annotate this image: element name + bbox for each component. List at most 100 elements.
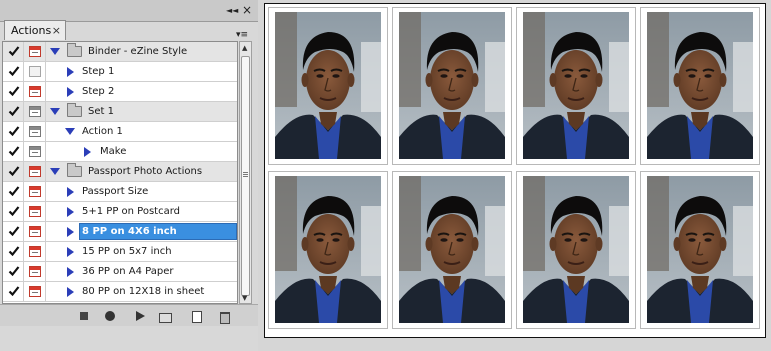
actions-bottom-toolbar: [0, 304, 258, 326]
action-label: Step 2: [82, 86, 115, 97]
dialog-toggle-icon: [29, 226, 41, 237]
collapse-triangle-icon[interactable]: [67, 227, 74, 237]
toggle-dialog-cell[interactable]: [24, 222, 46, 241]
expand-triangle-icon[interactable]: [65, 128, 75, 135]
passport-photo-sheet: [264, 3, 766, 338]
action-step-row[interactable]: Make: [3, 142, 237, 162]
action-row[interactable]: 8 PP on 4X6 inch: [3, 222, 237, 242]
toggle-dialog-cell[interactable]: [24, 142, 46, 161]
action-set-row[interactable]: Passport Photo Actions: [3, 162, 237, 182]
checkmark-icon: [8, 66, 20, 77]
action-set-row[interactable]: Binder - eZine Style: [3, 42, 237, 62]
action-label: Action 1: [82, 126, 123, 137]
expand-triangle-icon[interactable]: [50, 48, 60, 55]
tab-actions-label: Actions: [11, 24, 52, 37]
play-icon[interactable]: [134, 310, 146, 322]
toggle-dialog-cell[interactable]: [24, 182, 46, 201]
record-icon[interactable]: [104, 310, 116, 322]
folder-icon: [67, 103, 82, 117]
toggle-dialog-cell[interactable]: [24, 102, 46, 121]
toggle-dialog-cell[interactable]: [24, 262, 46, 281]
action-row[interactable]: Step 2: [3, 82, 237, 102]
new-set-icon[interactable]: [159, 310, 172, 323]
collapse-triangle-icon[interactable]: [67, 187, 74, 197]
toggle-item-cell[interactable]: [3, 242, 24, 261]
toggle-dialog-cell[interactable]: [24, 242, 46, 261]
expand-triangle-icon[interactable]: [50, 168, 60, 175]
action-row[interactable]: 15 PP on 5x7 inch: [3, 242, 237, 262]
toggle-item-cell[interactable]: [3, 182, 24, 201]
collapse-triangle-icon[interactable]: [67, 67, 74, 77]
toggle-item-cell[interactable]: [3, 262, 24, 281]
toggle-item-cell[interactable]: [3, 42, 24, 61]
panel-menu-icon[interactable]: ▾≡: [236, 30, 252, 41]
panel-title-bar: [0, 0, 258, 22]
stop-icon[interactable]: [78, 310, 90, 322]
folder-icon: [67, 43, 82, 57]
scroll-up-icon[interactable]: ▲: [242, 44, 247, 52]
toggle-item-cell[interactable]: [3, 62, 24, 81]
dialog-toggle-icon: [29, 206, 41, 217]
actions-scrollbar[interactable]: ▲ ▼: [239, 41, 252, 304]
action-label: 5+1 PP on Postcard: [82, 206, 180, 217]
toggle-dialog-cell[interactable]: [24, 82, 46, 101]
action-label: Passport Photo Actions: [88, 166, 203, 177]
action-row[interactable]: 36 PP on A4 Paper: [3, 262, 237, 282]
expand-triangle-icon[interactable]: [50, 108, 60, 115]
close-panel-icon[interactable]: ×: [242, 3, 252, 17]
scroll-down-icon[interactable]: ▼: [242, 294, 247, 302]
new-action-icon[interactable]: [190, 310, 202, 323]
action-label: Passport Size: [82, 186, 149, 197]
passport-photo: [523, 12, 629, 159]
toggle-item-cell[interactable]: [3, 102, 24, 121]
action-label: 36 PP on A4 Paper: [82, 266, 174, 277]
action-row[interactable]: Step 1: [3, 62, 237, 82]
toggle-item-cell[interactable]: [3, 142, 24, 161]
collapse-triangle-icon[interactable]: [67, 247, 74, 257]
collapse-panel-icon[interactable]: ◄◄: [226, 6, 238, 15]
collapse-triangle-icon[interactable]: [67, 267, 74, 277]
action-row[interactable]: Action 1: [3, 122, 237, 142]
scroll-thumb[interactable]: [241, 56, 250, 296]
toggle-item-cell[interactable]: [3, 202, 24, 221]
photoshop-window: ◄◄ × Actions × ▾≡ Binder - eZine Style St…: [0, 0, 771, 351]
dialog-toggle-icon: [29, 186, 41, 197]
toggle-dialog-cell[interactable]: [24, 202, 46, 221]
action-row[interactable]: 5+1 PP on Postcard: [3, 202, 237, 222]
dialog-toggle-icon: [29, 126, 41, 137]
collapse-triangle-icon[interactable]: [67, 287, 74, 297]
passport-photo: [399, 176, 505, 323]
collapse-triangle-icon[interactable]: [84, 147, 91, 157]
toggle-item-cell[interactable]: [3, 282, 24, 301]
tab-close-icon[interactable]: ×: [52, 21, 61, 40]
dialog-toggle-icon: [29, 286, 41, 297]
action-row[interactable]: Passport Size: [3, 182, 237, 202]
toggle-item-cell[interactable]: [3, 122, 24, 141]
collapse-triangle-icon[interactable]: [67, 207, 74, 217]
toggle-dialog-cell[interactable]: [24, 42, 46, 61]
dialog-toggle-icon: [29, 166, 41, 177]
toggle-dialog-cell[interactable]: [24, 162, 46, 181]
passport-photo: [275, 12, 381, 159]
passport-photo-cell: [392, 171, 512, 329]
checkmark-icon: [8, 246, 20, 257]
toggle-item-cell[interactable]: [3, 82, 24, 101]
toggle-dialog-cell[interactable]: [24, 122, 46, 141]
action-set-row[interactable]: Set 1: [3, 102, 237, 122]
passport-photo: [523, 176, 629, 323]
action-label: Set 1: [88, 106, 114, 117]
toggle-dialog-cell[interactable]: [24, 62, 46, 81]
passport-photo-cell: [516, 171, 636, 329]
tab-actions[interactable]: Actions ×: [4, 20, 66, 40]
action-label: 8 PP on 4X6 inch: [82, 226, 177, 237]
toggle-item-cell[interactable]: [3, 162, 24, 181]
action-label: Step 1: [82, 66, 115, 77]
dialog-toggle-icon: [29, 86, 41, 97]
action-row[interactable]: 80 PP on 12X18 in sheet: [3, 282, 237, 302]
toggle-dialog-cell[interactable]: [24, 282, 46, 301]
toggle-item-cell[interactable]: [3, 222, 24, 241]
collapse-triangle-icon[interactable]: [67, 87, 74, 97]
trash-icon[interactable]: [218, 310, 230, 324]
action-label: Make: [100, 146, 127, 157]
checkmark-icon: [8, 146, 20, 157]
